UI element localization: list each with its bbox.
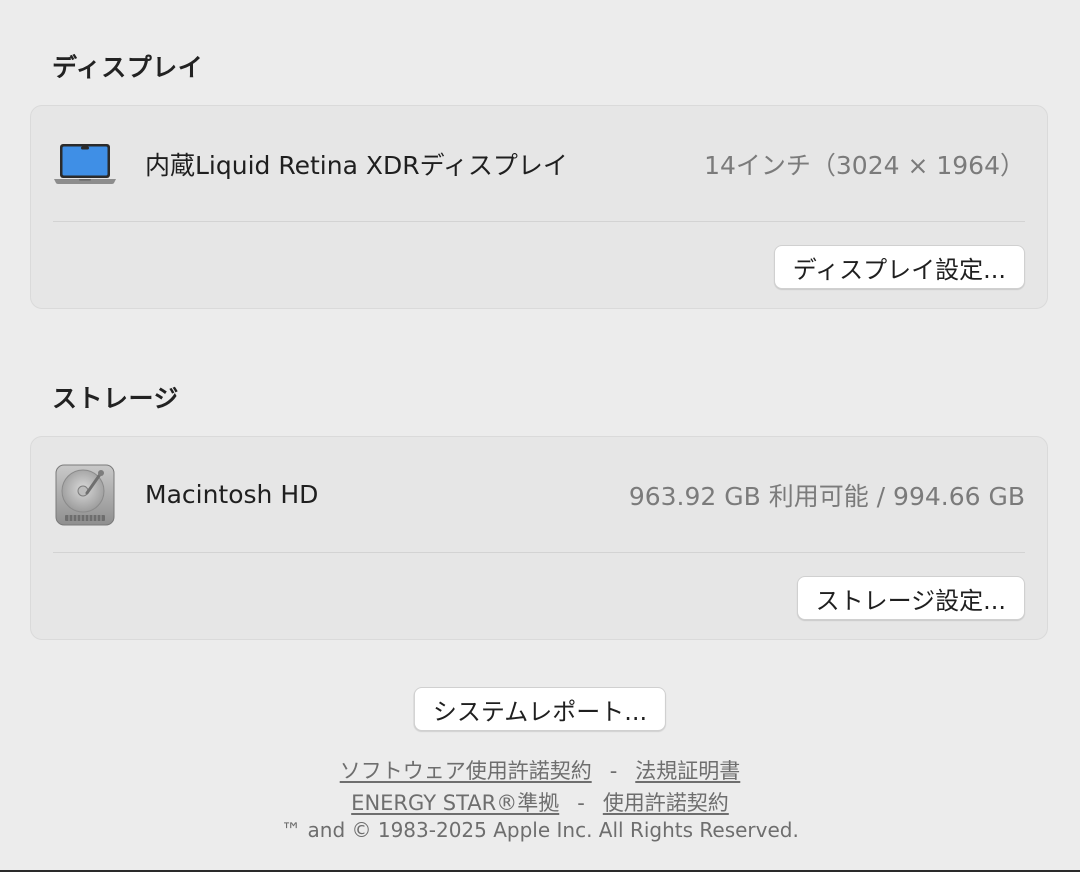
regulatory-certification-link[interactable]: 法規証明書 bbox=[635, 759, 740, 783]
footer-separator: - bbox=[577, 791, 585, 815]
software-license-link[interactable]: ソフトウェア使用許諾契約 bbox=[340, 759, 592, 783]
hard-drive-icon bbox=[53, 463, 117, 527]
footer-links-row-1: ソフトウェア使用許諾契約 - 法規証明書 bbox=[0, 755, 1080, 785]
copyright-text: ™ and © 1983-2025 Apple Inc. All Rights … bbox=[281, 818, 799, 842]
storage-capacity: 963.92 GB 利用可能 / 994.66 GB bbox=[628, 481, 1025, 511]
display-size: 14インチ（3024 × 1964） bbox=[704, 150, 1025, 180]
display-card: 内蔵Liquid Retina XDRディスプレイ 14インチ（3024 × 1… bbox=[30, 105, 1048, 309]
display-section-title: ディスプレイ bbox=[52, 53, 204, 82]
display-item-row: 内蔵Liquid Retina XDRディスプレイ 14インチ（3024 × 1… bbox=[53, 106, 1025, 221]
storage-settings-button[interactable]: ストレージ設定... bbox=[796, 576, 1025, 620]
system-report-button[interactable]: システムレポート... bbox=[413, 687, 667, 731]
storage-card: Macintosh HD 963.92 GB 利用可能 / 994.66 GB … bbox=[30, 436, 1048, 640]
display-name: 内蔵Liquid Retina XDRディスプレイ bbox=[145, 150, 568, 180]
energy-star-link[interactable]: ENERGY STAR®準拠 bbox=[351, 791, 559, 815]
footer-separator: - bbox=[609, 759, 618, 783]
display-card-divider bbox=[53, 221, 1025, 222]
storage-item-row: Macintosh HD 963.92 GB 利用可能 / 994.66 GB bbox=[53, 437, 1025, 552]
storage-card-divider bbox=[53, 552, 1025, 553]
license-agreement-link[interactable]: 使用許諾契約 bbox=[603, 791, 729, 815]
display-settings-button[interactable]: ディスプレイ設定... bbox=[773, 245, 1025, 289]
storage-volume-name: Macintosh HD bbox=[145, 480, 319, 509]
footer-links-row-2: ENERGY STAR®準拠 - 使用許諾契約 bbox=[0, 787, 1080, 817]
storage-section-title: ストレージ bbox=[52, 384, 180, 413]
laptop-icon bbox=[53, 132, 117, 196]
